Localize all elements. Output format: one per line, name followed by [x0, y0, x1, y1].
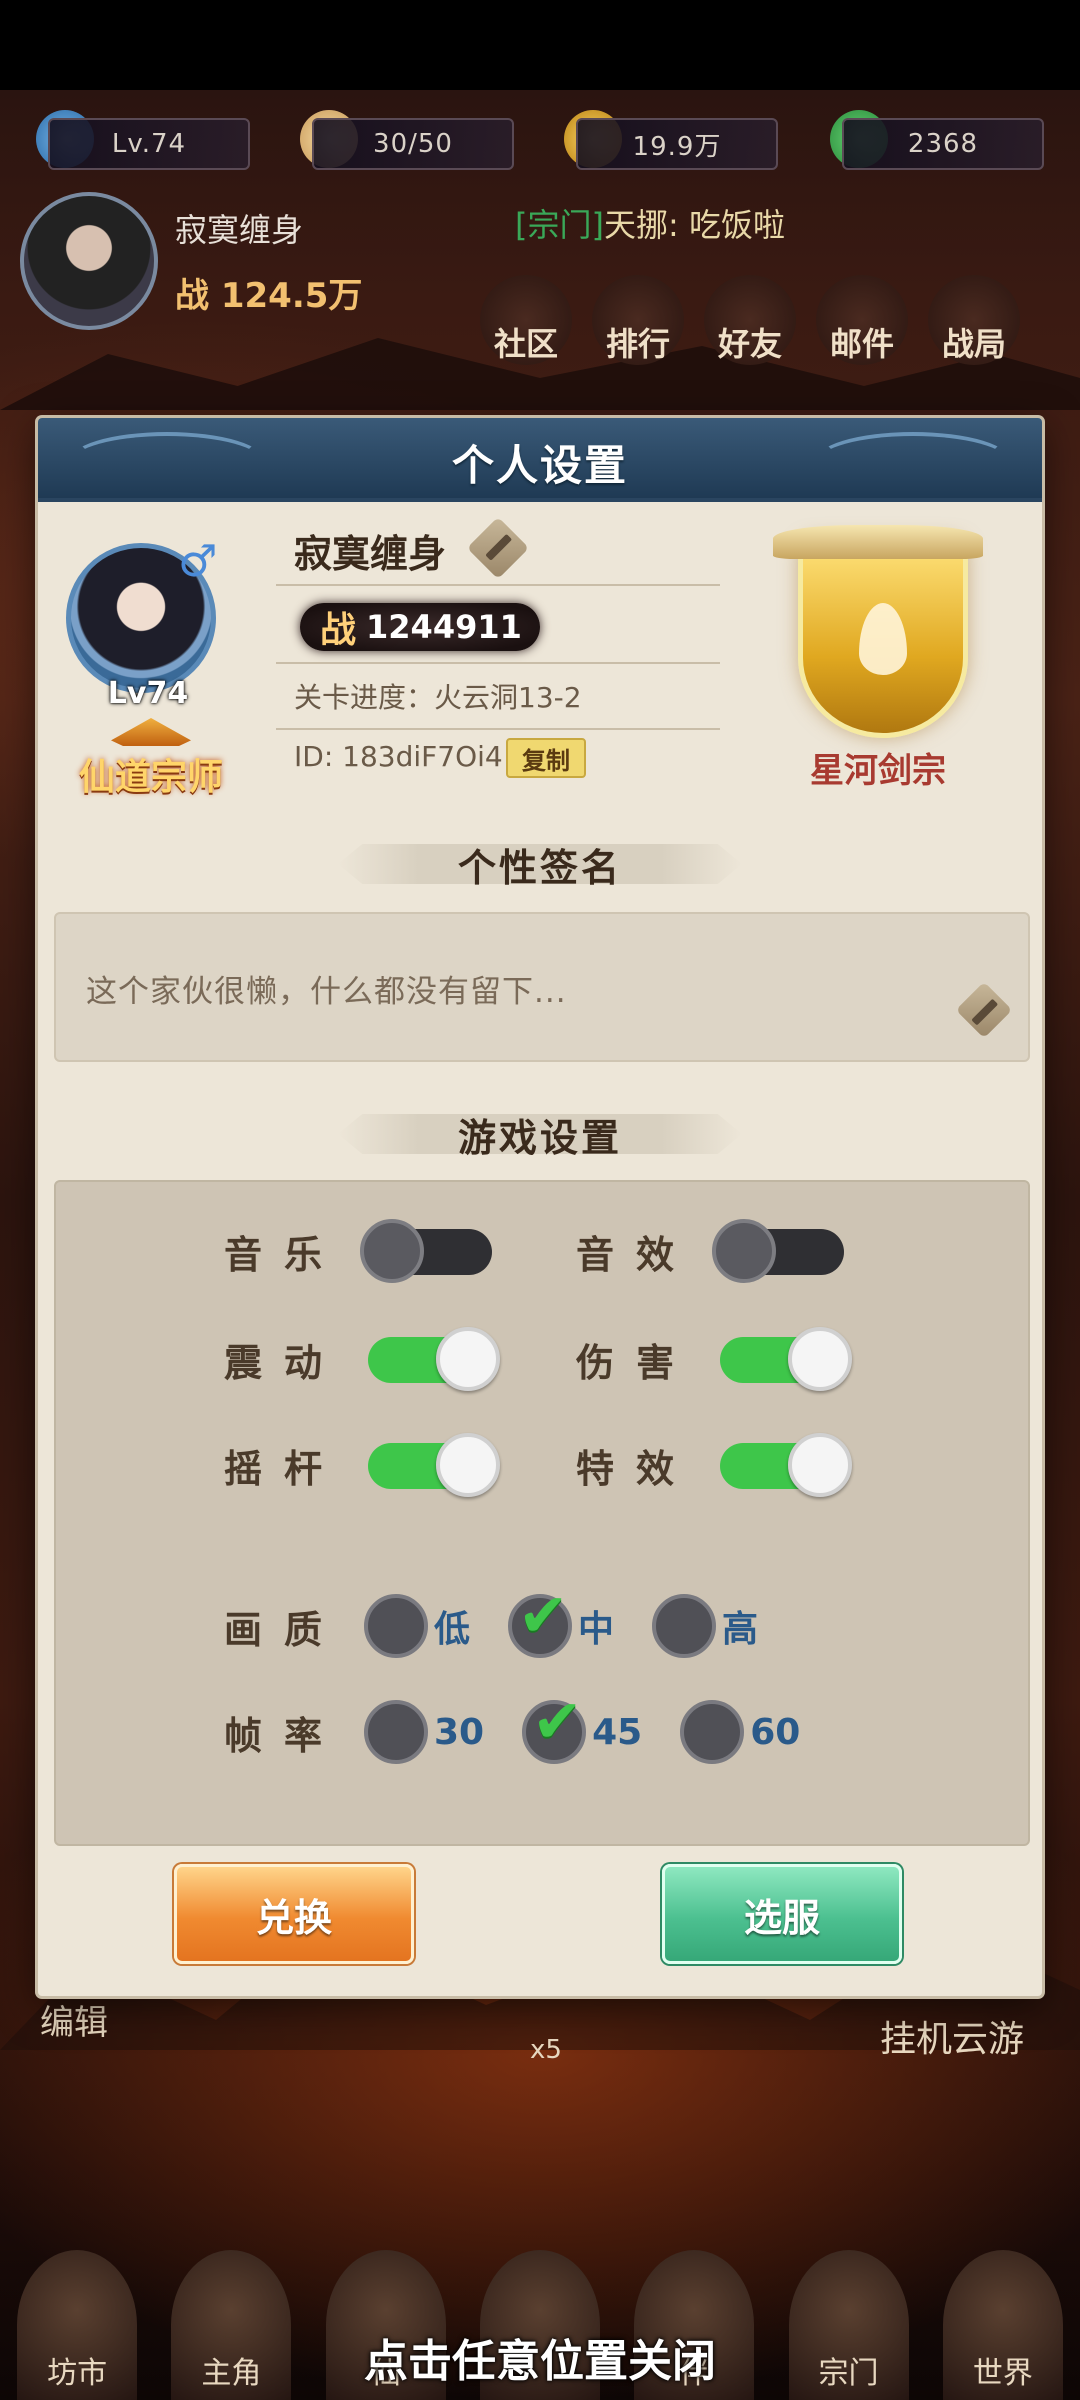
pavilion-icon: [111, 718, 191, 746]
setting-label: 帧率: [224, 1713, 345, 1758]
menu-community-button[interactable]: 社区: [480, 275, 572, 365]
top-menu: 社区 排行 好友 邮件 战局: [480, 275, 1020, 365]
server-select-button[interactable]: 选服: [662, 1864, 902, 1964]
effects-toggle[interactable]: [720, 1432, 852, 1497]
setting-label: 伤害: [576, 1341, 697, 1385]
edit-signature-icon[interactable]: [955, 981, 1013, 1039]
rank-title: 仙道宗师: [56, 718, 246, 800]
setting-joystick: 摇杆: [224, 1432, 500, 1497]
signature-heading: 个性签名: [338, 836, 742, 892]
radio-button[interactable]: [680, 1700, 745, 1764]
idle-travel-label[interactable]: 挂机云游: [880, 2010, 1024, 2062]
profile-power: 战 1244911: [300, 603, 540, 651]
signature-box[interactable]: 这个家伙很懒，什么都没有留下...: [54, 912, 1030, 1062]
checkmark-icon: ✔: [518, 1581, 569, 1651]
menu-rank-button[interactable]: 排行: [592, 275, 684, 365]
setting-damage: 伤害: [576, 1326, 852, 1391]
setting-sfx: 音效: [576, 1218, 844, 1283]
menu-mail-button[interactable]: 邮件: [816, 275, 908, 365]
stamina-bar[interactable]: 30/50: [312, 118, 514, 170]
radio-button[interactable]: ✔: [508, 1586, 573, 1658]
chat-line[interactable]: [宗门]天挪: 吃饭啦: [515, 200, 785, 246]
setting-effects: 特效: [576, 1432, 852, 1497]
setting-music: 音乐: [224, 1218, 492, 1283]
fps-45-option[interactable]: ✔ 45: [522, 1692, 642, 1764]
menu-battle-button[interactable]: 战局: [928, 275, 1020, 365]
joystick-toggle[interactable]: [368, 1432, 500, 1497]
setting-vibration: 震动: [224, 1326, 500, 1391]
checkmark-icon: ✔: [532, 1687, 583, 1757]
setting-label: 特效: [576, 1447, 697, 1491]
divider: [276, 662, 720, 664]
sect-shield-icon: [773, 525, 983, 738]
player-name: 寂寞缠身: [175, 211, 304, 249]
coins-bar[interactable]: 19.9万: [576, 118, 778, 170]
copy-id-button[interactable]: 复制: [506, 738, 586, 778]
game-settings-panel: 音乐 音效 震动 伤害 摇杆 特效 画质 低 ✔ 中 高 帧率 30 ✔ 45 …: [54, 1180, 1030, 1846]
radio-button[interactable]: ✔: [522, 1692, 587, 1764]
setting-framerate: 帧率 30 ✔ 45 60: [224, 1692, 838, 1764]
level-bar: Lv.74: [48, 118, 250, 170]
damage-toggle[interactable]: [720, 1326, 852, 1391]
flame-icon: [859, 603, 907, 675]
fps-60-option[interactable]: 60: [680, 1700, 800, 1764]
redeem-button[interactable]: 兑换: [174, 1864, 414, 1964]
signature-text: 这个家伙很懒，什么都没有留下...: [86, 974, 567, 1010]
close-hint[interactable]: 点击任意位置关闭: [0, 2325, 1080, 2389]
male-gender-icon: ♂: [178, 536, 218, 587]
dialog-title: 个人设置: [451, 441, 628, 490]
player-avatar[interactable]: [20, 192, 158, 330]
setting-label: 音乐: [224, 1233, 345, 1277]
dialog-header: 个人设置: [38, 418, 1042, 502]
setting-label: 画质: [224, 1607, 345, 1652]
quality-high-option[interactable]: 高: [652, 1594, 758, 1658]
sect-name: 星河剑宗: [810, 751, 946, 791]
game-settings-heading: 游戏设置: [338, 1106, 742, 1162]
quality-medium-option[interactable]: ✔ 中: [508, 1586, 614, 1658]
fps-30-option[interactable]: 30: [364, 1700, 484, 1764]
sfx-toggle[interactable]: [712, 1218, 844, 1283]
jade-bar[interactable]: 2368: [842, 118, 1044, 170]
player-id: ID: 183diF7Oi4: [294, 740, 503, 773]
menu-friends-button[interactable]: 好友: [704, 275, 796, 365]
divider: [276, 584, 720, 586]
setting-label: 震动: [224, 1341, 345, 1385]
sect-emblem[interactable]: [758, 518, 998, 758]
player-power: 战 124.5万: [175, 276, 363, 316]
profile-name: 寂寞缠身: [294, 532, 447, 576]
radio-button[interactable]: [652, 1594, 717, 1658]
divider: [276, 728, 720, 730]
music-toggle[interactable]: [360, 1218, 492, 1283]
edit-formation-label[interactable]: 编辑: [40, 1995, 108, 2044]
profile-level: Lv74: [107, 676, 189, 711]
setting-label: 摇杆: [224, 1447, 345, 1491]
radio-button[interactable]: [364, 1700, 428, 1764]
setting-label: 音效: [576, 1233, 697, 1277]
vibration-toggle[interactable]: [368, 1326, 500, 1391]
stage-progress: 关卡进度：火云洞13-2: [294, 681, 582, 714]
personal-settings-dialog: 个人设置 ♂ Lv74 仙道宗师 寂寞缠身 战 1244911 关卡进度：火云洞1…: [38, 418, 1042, 1996]
edit-name-icon[interactable]: [466, 516, 530, 580]
quality-low-option[interactable]: 低: [364, 1594, 470, 1658]
radio-button[interactable]: [364, 1594, 428, 1658]
setting-quality: 画质 低 ✔ 中 高: [224, 1586, 796, 1658]
bun-count-label: x5: [530, 2035, 562, 2065]
